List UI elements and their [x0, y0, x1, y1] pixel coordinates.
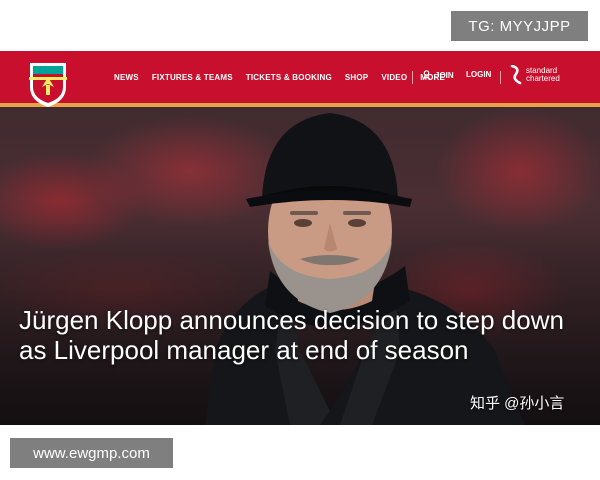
nav-divider: [412, 71, 413, 84]
article-headline[interactable]: Jürgen Klopp announces decision to step …: [19, 305, 579, 365]
top-navbar: NEWS FIXTURES & TEAMS TICKETS & BOOKING …: [0, 51, 600, 107]
nav-fixtures-teams[interactable]: FIXTURES & TEAMS: [152, 73, 233, 82]
join-button[interactable]: JOIN: [422, 70, 454, 80]
join-label: JOIN: [435, 70, 454, 80]
nav-tickets-booking[interactable]: TICKETS & BOOKING: [246, 73, 332, 82]
nav-divider-sponsor: [500, 71, 501, 84]
liverpool-crest-icon[interactable]: [24, 57, 72, 109]
nav-news[interactable]: NEWS: [114, 73, 139, 82]
sponsor-line-2: chartered: [526, 74, 560, 83]
user-icon: [422, 70, 431, 80]
standard-chartered-icon: [510, 65, 522, 85]
main-nav: NEWS FIXTURES & TEAMS TICKETS & BOOKING …: [114, 51, 458, 103]
tg-badge: TG: MYYJJPP: [451, 11, 588, 41]
sponsor-logo[interactable]: standard chartered: [510, 65, 560, 85]
manager-photo: [205, 113, 525, 425]
login-button[interactable]: LOGIN: [466, 70, 491, 79]
nav-shop[interactable]: SHOP: [345, 73, 368, 82]
nav-video[interactable]: VIDEO: [381, 73, 407, 82]
hero-section: NEWS FIXTURES & TEAMS TICKETS & BOOKING …: [0, 51, 600, 425]
url-badge: www.ewgmp.com: [10, 438, 173, 468]
zhihu-watermark: 知乎 @孙小言: [470, 395, 565, 412]
